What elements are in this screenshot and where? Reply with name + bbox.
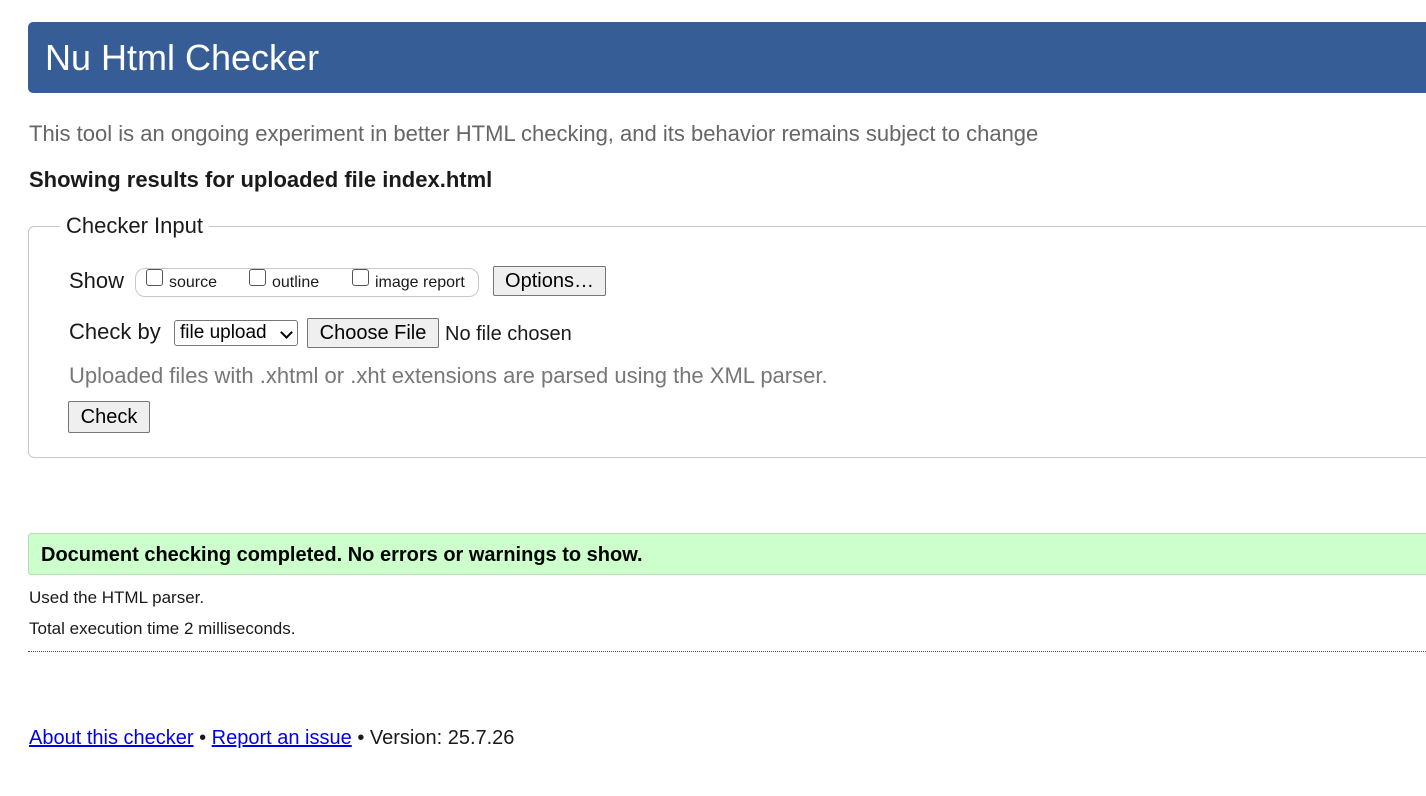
show-source-option[interactable]: source <box>146 268 218 291</box>
checker-input-fieldset: Checker Input Show source outline image … <box>28 213 1426 458</box>
page-header: Nu Html Checker <box>28 22 1426 93</box>
outline-checkbox[interactable] <box>249 268 266 286</box>
show-image-report-option[interactable]: image report <box>352 268 465 291</box>
show-options-group: source outline image report <box>135 268 479 297</box>
footer: About this checker • Report an issue • V… <box>29 725 514 751</box>
source-checkbox-label: source <box>169 274 218 291</box>
results-heading: Showing results for uploaded file index.… <box>29 167 493 192</box>
xml-parser-hint: Uploaded files with .xhtml or .xht exten… <box>69 363 828 388</box>
footer-divider <box>28 651 1426 652</box>
image-report-checkbox-label: image report <box>375 274 465 291</box>
page-title: Nu Html Checker <box>45 37 320 78</box>
check-by-selected-value: file upload <box>180 322 267 343</box>
checker-input-legend: Checker Input <box>60 213 209 239</box>
parser-info: Used the HTML parser. <box>29 588 205 607</box>
success-message-box: Document checking completed. No errors o… <box>28 533 1426 575</box>
outline-checkbox-label: outline <box>272 274 320 291</box>
source-checkbox[interactable] <box>146 268 163 286</box>
check-button[interactable]: Check <box>68 401 150 433</box>
file-status: No file chosen <box>445 323 572 345</box>
choose-file-button[interactable]: Choose File <box>307 318 439 348</box>
tool-description: This tool is an ongoing experiment in be… <box>29 121 1039 146</box>
execution-time: Total execution time 2 milliseconds. <box>29 619 296 638</box>
check-by-label: Check by <box>69 319 161 344</box>
image-report-checkbox[interactable] <box>352 268 369 286</box>
chevron-down-icon <box>280 326 293 339</box>
version-text: • Version: 25.7.26 <box>357 727 515 749</box>
footer-separator: • <box>199 727 207 749</box>
show-label: Show <box>69 268 125 293</box>
report-issue-link[interactable]: Report an issue <box>212 727 352 749</box>
about-checker-link[interactable]: About this checker <box>29 727 194 749</box>
success-message: Document checking completed. No errors o… <box>41 544 643 566</box>
show-outline-option[interactable]: outline <box>249 268 320 291</box>
check-by-select[interactable]: file upload <box>174 320 298 346</box>
options-button[interactable]: Options… <box>493 266 606 296</box>
